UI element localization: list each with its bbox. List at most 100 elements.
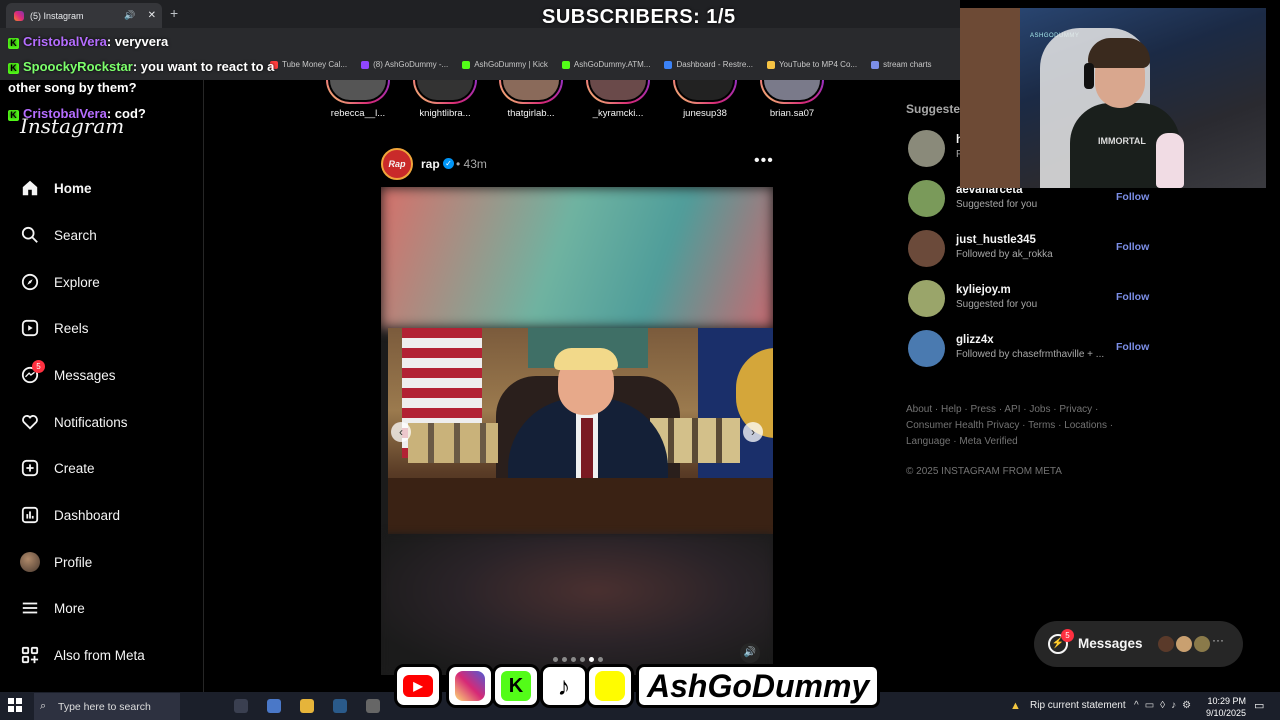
chat-text: : cod? xyxy=(106,106,146,121)
post-timestamp: • 43m xyxy=(456,157,487,171)
message-avatar xyxy=(1174,634,1194,654)
bookmark-favicon-icon xyxy=(871,60,880,69)
carousel-dot xyxy=(598,657,603,662)
clock-time: 10:29 PM xyxy=(1207,696,1246,706)
post-media[interactable] xyxy=(381,187,773,675)
carousel-dot xyxy=(571,657,576,662)
bookmark-label: stream charts xyxy=(883,60,932,69)
file-explorer-icon[interactable] xyxy=(300,699,314,713)
search-icon: ⌕ xyxy=(40,700,47,712)
carousel-indicator xyxy=(553,657,603,662)
nav-reels[interactable]: Reels xyxy=(20,316,89,340)
verified-badge-icon: ✓ xyxy=(443,158,454,169)
bookmark-item[interactable]: stream charts xyxy=(871,60,932,69)
chat-text: : you want to react to a xyxy=(132,59,275,74)
story-username: brian.sa07 xyxy=(769,108,815,119)
taskbar-search[interactable]: ⌕ Type here to search xyxy=(34,693,180,720)
audio-toggle-button[interactable]: 🔊 xyxy=(740,643,760,663)
system-tray-icons[interactable]: ^▭◊♪⚙ xyxy=(1134,700,1197,711)
footer-links[interactable]: About · Help · Press · API · Jobs · Priv… xyxy=(906,402,1126,450)
suggestion-avatar[interactable] xyxy=(908,280,945,317)
nav-search[interactable]: Search xyxy=(20,223,97,247)
new-tab-button[interactable]: + xyxy=(170,5,178,21)
webcam-hair xyxy=(1088,38,1150,68)
follow-button[interactable]: Follow xyxy=(1116,241,1149,253)
story-username: junesup38 xyxy=(683,108,727,119)
messages-pill-badge: 5 xyxy=(1061,629,1074,642)
bookmark-label: (8) AshGoDummy -... xyxy=(373,60,449,69)
suggestion-avatar[interactable] xyxy=(908,180,945,217)
nav-create[interactable]: Create xyxy=(20,456,95,480)
suggestion-username[interactable]: glizz4x xyxy=(956,334,994,346)
media-blurred-backdrop-bottom xyxy=(381,534,773,675)
follow-button[interactable]: Follow xyxy=(1116,191,1149,203)
nav-profile[interactable]: Profile xyxy=(20,550,92,574)
carousel-prev-button[interactable]: ‹ xyxy=(391,422,411,442)
story-item[interactable]: brian.sa07 xyxy=(752,80,832,119)
bookmark-item[interactable]: (8) AshGoDummy -... xyxy=(361,60,448,69)
kick-icon: K xyxy=(8,38,19,49)
tab-close-icon[interactable]: ✕ xyxy=(148,10,156,21)
post-author-username[interactable]: rap xyxy=(421,157,440,171)
settings-icon[interactable] xyxy=(366,699,380,713)
story-item[interactable]: junesup38 xyxy=(665,80,745,119)
follow-button[interactable]: Follow xyxy=(1116,341,1149,353)
subscriber-goal: SUBSCRIBERS: 1/5 xyxy=(542,6,736,28)
steam-icon[interactable] xyxy=(333,699,347,713)
warning-icon: ▲ xyxy=(1010,700,1021,712)
story-item[interactable]: knightlibra... xyxy=(405,80,485,119)
suggestion-avatar[interactable] xyxy=(908,230,945,267)
post-author-avatar[interactable]: Rap xyxy=(381,148,413,180)
grid-icon xyxy=(20,645,40,665)
suggestion-username[interactable]: just_hustle345 xyxy=(956,234,1036,246)
bookmark-item[interactable]: AshGoDummy | Kick xyxy=(462,60,548,69)
more-dots-icon: ··· xyxy=(1212,633,1224,647)
bookmark-item[interactable]: YouTube to MP4 Co... xyxy=(766,60,857,69)
follow-button[interactable]: Follow xyxy=(1116,291,1149,303)
nav-label: Dashboard xyxy=(54,507,121,523)
kick-icon: K xyxy=(8,110,19,121)
suggestion-avatar[interactable] xyxy=(908,330,945,367)
story-item[interactable]: rebecca__l... xyxy=(318,80,398,119)
windows-start-icon[interactable] xyxy=(8,698,22,712)
plus-square-icon xyxy=(20,458,40,478)
nav-label: Search xyxy=(54,227,97,243)
suggestion-username[interactable]: kyliejoy.m xyxy=(956,284,1011,296)
notification-icon[interactable]: ▭ xyxy=(1254,699,1264,712)
task-view-icon[interactable] xyxy=(234,699,248,713)
bookmark-item[interactable]: AshGoDummy.ATM... xyxy=(561,60,650,69)
app-icon[interactable] xyxy=(267,699,281,713)
suggestion-reason: Followed by ak_rokka xyxy=(956,249,1053,260)
chat-username: CristobalVera xyxy=(23,106,107,121)
nav-also-from-meta[interactable]: Also from Meta xyxy=(20,643,145,667)
taskbar-clock[interactable]: 10:29 PM 9/10/2025 xyxy=(1200,695,1246,719)
browser-tab[interactable]: (5) Instagram 🔊 ✕ xyxy=(6,3,162,28)
nav-notifications[interactable]: Notifications xyxy=(20,410,128,434)
suggestion-reason: Suggested for you xyxy=(956,299,1038,310)
story-item[interactable]: thatgirlab... xyxy=(491,80,571,119)
chat-message-continuation: other song by them? xyxy=(8,80,137,95)
tab-audio-icon[interactable]: 🔊 xyxy=(124,10,135,21)
chat-username: CristobalVera xyxy=(23,34,107,49)
instagram-icon xyxy=(446,664,494,708)
nav-home[interactable]: Home xyxy=(20,176,92,200)
nav-label: Explore xyxy=(54,274,100,290)
carousel-next-button[interactable]: › xyxy=(743,422,763,442)
story-item[interactable]: _kyramcki... xyxy=(578,80,658,119)
clock-date: 9/10/2025 xyxy=(1205,708,1246,718)
copyright: © 2025 INSTAGRAM FROM META xyxy=(906,466,1062,477)
kick-icon: K xyxy=(8,63,19,74)
nav-dashboard[interactable]: Dashboard xyxy=(20,503,120,527)
post-options-button[interactable]: ••• xyxy=(754,152,774,170)
bookmark-item[interactable]: Dashboard - Restre... xyxy=(664,60,753,69)
nav-more[interactable]: More xyxy=(20,596,85,620)
news-ticker[interactable]: Rip current statement xyxy=(1030,700,1126,711)
avatar-icon xyxy=(20,552,40,572)
photo-person-hair xyxy=(554,348,618,370)
bookmark-item[interactable]: Tube Money Cal... xyxy=(270,60,347,69)
suggestion-row: glizz4x Followed by chasefrmthaville + .… xyxy=(908,330,1158,368)
chat-text: other song by them? xyxy=(8,80,137,95)
nav-explore[interactable]: Explore xyxy=(20,270,100,294)
story-username: rebecca__l... xyxy=(330,108,386,119)
suggestion-avatar[interactable] xyxy=(908,130,945,167)
